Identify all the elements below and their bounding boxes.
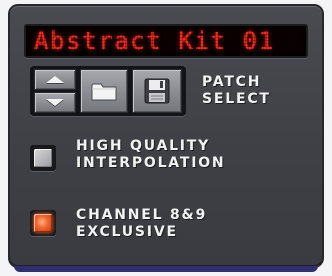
hq-label-line2: INTERPOLATION (76, 155, 226, 171)
led-off-indicator (34, 149, 52, 167)
patch-name-text: Abstract Kit 01 (34, 27, 275, 55)
high-quality-interpolation-label: HIGH QUALITY INTERPOLATION (76, 138, 225, 172)
patch-select-button-group (30, 66, 186, 116)
patch-name-display: Abstract Kit 01 (24, 24, 308, 58)
patch-select-label-line1: PATCH (202, 74, 262, 90)
previous-patch-button[interactable] (34, 69, 76, 90)
ch-label-line2: EXCLUSIVE (76, 224, 178, 240)
led-on-indicator (34, 214, 52, 232)
ch-label-line1: CHANNEL 8&9 (76, 207, 208, 223)
browse-patch-button[interactable] (80, 69, 128, 113)
high-quality-interpolation-toggle[interactable] (30, 145, 56, 171)
save-patch-button[interactable] (132, 69, 182, 113)
panel-bottom-edge (14, 266, 318, 272)
patch-select-label: PATCH SELECT (202, 74, 271, 108)
folder-icon (91, 83, 117, 101)
channel-8-9-exclusive-toggle[interactable] (30, 210, 56, 236)
next-patch-button[interactable] (34, 92, 76, 113)
arrow-down-icon (46, 99, 64, 106)
patch-select-label-line2: SELECT (202, 91, 271, 107)
floppy-disk-icon (144, 78, 170, 104)
hq-label-line1: HIGH QUALITY (76, 138, 211, 154)
arrow-up-icon (46, 76, 64, 83)
channel-exclusive-label: CHANNEL 8&9 EXCLUSIVE (76, 207, 207, 241)
